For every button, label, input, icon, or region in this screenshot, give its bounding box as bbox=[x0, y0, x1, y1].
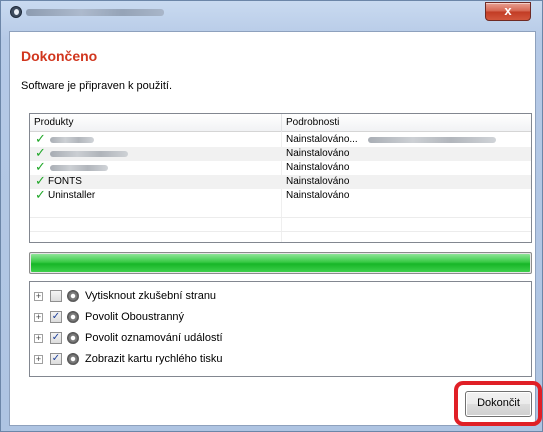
product-name-redacted bbox=[50, 151, 128, 157]
product-detail: Nainstalováno... bbox=[286, 134, 358, 145]
green-checkmark-icon: ✓ bbox=[35, 145, 46, 160]
option-checkbox-checked[interactable]: ✓ bbox=[50, 332, 62, 344]
title-bar: x bbox=[1, 1, 542, 23]
product-name-redacted bbox=[50, 165, 108, 171]
green-checkmark-icon: ✓ bbox=[35, 173, 46, 188]
green-checkmark-icon: ✓ bbox=[35, 131, 46, 146]
option-label: Povolit Oboustranný bbox=[85, 311, 185, 323]
option-item-quick-print-tab[interactable]: + ✓ Zobrazit kartu rychlého tisku bbox=[30, 350, 530, 368]
option-checkbox-unchecked[interactable] bbox=[50, 290, 62, 302]
install-progress-bar bbox=[29, 252, 532, 274]
column-header-details[interactable]: Podrobnosti bbox=[286, 117, 339, 128]
option-item-event-notification[interactable]: + ✓ Povolit oznamování událostí bbox=[30, 329, 530, 347]
option-checkbox-checked[interactable]: ✓ bbox=[50, 353, 62, 365]
column-header-products[interactable]: Produkty bbox=[34, 117, 73, 128]
expand-plus-icon[interactable]: + bbox=[34, 292, 43, 301]
finish-button-highlight bbox=[454, 381, 542, 426]
gear-icon bbox=[67, 311, 79, 323]
product-name: FONTS bbox=[48, 176, 82, 187]
expand-plus-icon[interactable]: + bbox=[34, 355, 43, 364]
page-subtitle: Software je připraven k použití. bbox=[21, 80, 173, 92]
option-checkbox-checked[interactable]: ✓ bbox=[50, 311, 62, 323]
page-title: Dokončeno bbox=[21, 48, 98, 64]
app-icon bbox=[10, 6, 22, 18]
product-list[interactable]: Produkty Podrobnosti ✓ Nainstalováno... … bbox=[29, 113, 532, 243]
product-detail: Nainstalováno bbox=[286, 190, 350, 201]
product-name-redacted bbox=[50, 137, 94, 143]
progress-fill bbox=[31, 254, 530, 272]
column-separator[interactable] bbox=[281, 114, 282, 132]
close-button[interactable]: x bbox=[485, 2, 531, 21]
green-checkmark-icon: ✓ bbox=[35, 159, 46, 174]
gear-icon bbox=[67, 332, 79, 344]
product-detail: Nainstalováno bbox=[286, 148, 350, 159]
row-gridline bbox=[30, 217, 531, 218]
option-label: Povolit oznamování událostí bbox=[85, 332, 223, 344]
product-name: Uninstaller bbox=[48, 190, 96, 201]
list-item[interactable]: ✓ Nainstalováno... bbox=[30, 131, 531, 147]
row-gridline bbox=[30, 231, 531, 232]
installer-window: x Dokončeno Software je připraven k použ… bbox=[0, 0, 543, 432]
expand-plus-icon[interactable]: + bbox=[34, 334, 43, 343]
option-label: Vytisknout zkušební stranu bbox=[85, 290, 217, 302]
product-detail: Nainstalováno bbox=[286, 176, 350, 187]
option-item-duplex[interactable]: + ✓ Povolit Oboustranný bbox=[30, 308, 530, 326]
product-list-header: Produkty Podrobnosti bbox=[30, 114, 531, 132]
gear-icon bbox=[67, 353, 79, 365]
green-checkmark-icon: ✓ bbox=[35, 187, 46, 202]
list-item[interactable]: ✓ FONTS Nainstalováno bbox=[30, 173, 531, 189]
window-title-redacted bbox=[26, 9, 164, 16]
list-item[interactable]: ✓ Uninstaller Nainstalováno bbox=[30, 187, 531, 203]
options-tree[interactable]: + Vytisknout zkušební stranu + ✓ Povolit… bbox=[29, 281, 532, 377]
option-item-test-page[interactable]: + Vytisknout zkušební stranu bbox=[30, 287, 530, 305]
expand-plus-icon[interactable]: + bbox=[34, 313, 43, 322]
detail-redacted bbox=[368, 137, 496, 143]
list-item[interactable]: ✓ Nainstalováno bbox=[30, 159, 531, 175]
product-detail: Nainstalováno bbox=[286, 162, 350, 173]
list-item[interactable]: ✓ Nainstalováno bbox=[30, 145, 531, 161]
gear-icon bbox=[67, 290, 79, 302]
option-label: Zobrazit kartu rychlého tisku bbox=[85, 353, 223, 365]
